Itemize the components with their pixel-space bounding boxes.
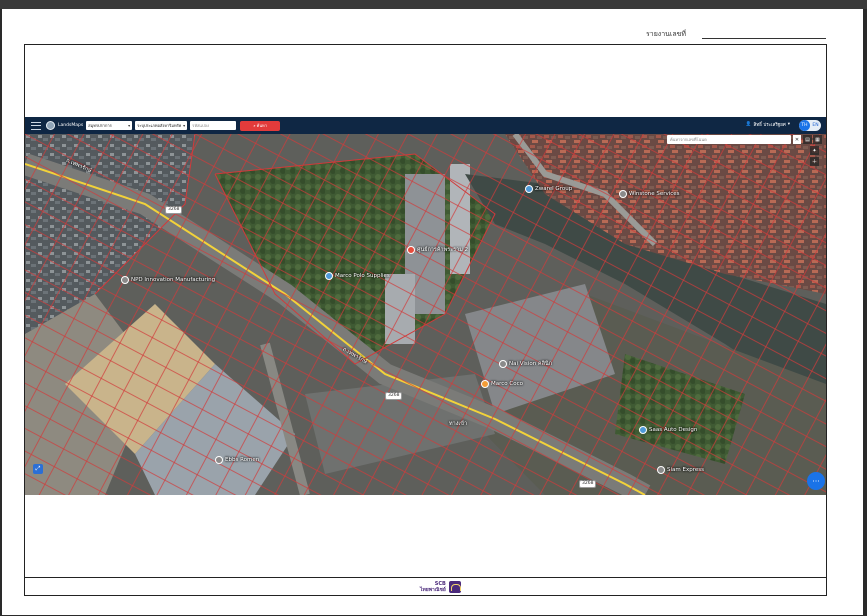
satellite-map[interactable]: ค้นหาจากเลขที่โฉนด ✕ ▤ ▦ ✦ ＋ Marco Polo … (25, 134, 826, 495)
place-pin-icon (499, 360, 507, 368)
place-name: Marco Polo Supplies (335, 273, 390, 279)
map-place[interactable]: Winstone Services (619, 190, 680, 198)
footer-bank-text: SCB ไทยพาณิชย์ (420, 581, 446, 593)
brand-name: LandsMaps (58, 123, 84, 128)
report-number-label: รายงานเลขที่ (646, 30, 687, 38)
language-toggle[interactable]: TH EN (799, 120, 821, 131)
footer-divider (24, 577, 827, 578)
map-place[interactable]: ศูนย์การค้าพระราม 2 (407, 246, 468, 254)
report-number-line (702, 38, 826, 39)
province-select-value: สมุทรปราการ (88, 123, 112, 128)
map-canvas (25, 134, 826, 495)
route-shield: 3268 (165, 206, 183, 214)
place-pin-icon (619, 190, 627, 198)
property-type-select-value: ระบุประเภทอสังหาริมทรัพย์ (137, 123, 182, 128)
footer-bank-logo: SCB ไทยพาณิชย์ (420, 581, 461, 593)
bank-name-th: ไทยพาณิชย์ (420, 587, 446, 593)
search-button[interactable]: ⌕ ค้นหา (240, 120, 281, 131)
place-name: Marco Coco (491, 381, 523, 387)
route-shield: 3268 (385, 392, 403, 400)
place-name: Nai Vision คลินิก (509, 361, 553, 367)
place-name: Siam Express (667, 467, 704, 473)
search-icon: ⌕ (253, 123, 256, 128)
place-name: Ebbs Romen (225, 457, 260, 463)
place-name: Zwarel Group (535, 186, 573, 192)
map-search-input[interactable]: ค้นหาจากเลขที่โฉนด (667, 135, 791, 144)
chevron-down-icon: ▾ (183, 123, 186, 128)
menu-icon[interactable] (31, 121, 41, 130)
map-place[interactable]: Siam Express (657, 466, 704, 474)
place-pin-icon (639, 426, 647, 434)
lang-en[interactable]: EN (810, 120, 821, 131)
expand-icon[interactable]: ⤢ (33, 464, 43, 474)
brand-logo (46, 121, 55, 130)
plus-icon[interactable]: ＋ (810, 157, 819, 166)
place-pin-icon (121, 276, 129, 284)
user-name: สิทธิ์ ประเสริฐยศ (753, 123, 786, 128)
road-label: ทางเข้า (449, 421, 468, 427)
top-navbar: LandsMaps สมุทรปราการ ▾ ระบุประเภทอสังหา… (25, 117, 826, 134)
user-icon: 👤 (745, 122, 752, 127)
place-pin-icon (215, 456, 223, 464)
map-place[interactable]: Zwarel Group (525, 185, 572, 193)
place-pin-icon (325, 272, 333, 280)
user-menu[interactable]: 👤 สิทธิ์ ประเสริฐยศ ▾ (746, 121, 790, 128)
map-app: LandsMaps สมุทรปราการ ▾ ระบุประเภทอสังหา… (25, 117, 826, 495)
place-name: NPD Innovation Manufacturing (131, 277, 216, 283)
place-pin-icon (407, 246, 415, 254)
search-button-label: ค้นหา (256, 123, 267, 128)
place-pin-icon (481, 380, 489, 388)
more-icon[interactable]: ··· (807, 472, 825, 490)
map-place[interactable]: Marco Polo Supplies (325, 272, 390, 280)
layers-icon[interactable]: ▤ (803, 135, 812, 144)
map-place[interactable]: NPD Innovation Manufacturing (121, 276, 215, 284)
property-type-select[interactable]: ระบุประเภทอสังหาริมทรัพย์ ▾ (135, 121, 188, 130)
browser-top-strip (0, 0, 867, 9)
map-place[interactable]: Nai Vision คลินิก (499, 360, 552, 368)
map-place[interactable]: Marco Coco (481, 380, 523, 388)
scb-logo-icon (448, 581, 461, 593)
place-name: Winstone Services (629, 191, 680, 197)
map-place[interactable]: Ebbs Romen (215, 456, 259, 464)
place-pin-icon (525, 185, 533, 193)
lang-th[interactable]: TH (799, 120, 810, 131)
chevron-down-icon: ▾ (787, 122, 790, 127)
province-select[interactable]: สมุทรปราการ ▾ (86, 121, 133, 130)
map-place[interactable]: Saas Auto Design (639, 426, 697, 434)
grid-icon[interactable]: ▦ (813, 135, 822, 144)
place-name: ศูนย์การค้าพระราม 2 (417, 247, 469, 253)
place-name: Saas Auto Design (649, 427, 698, 433)
compass-icon[interactable]: ✦ (810, 146, 819, 155)
parcel-input[interactable]: รหัสแปลง (190, 121, 237, 130)
route-shield: 3268 (579, 480, 597, 488)
close-icon[interactable]: ✕ (793, 135, 801, 144)
place-pin-icon (657, 466, 665, 474)
chevron-down-icon: ▾ (128, 123, 131, 128)
